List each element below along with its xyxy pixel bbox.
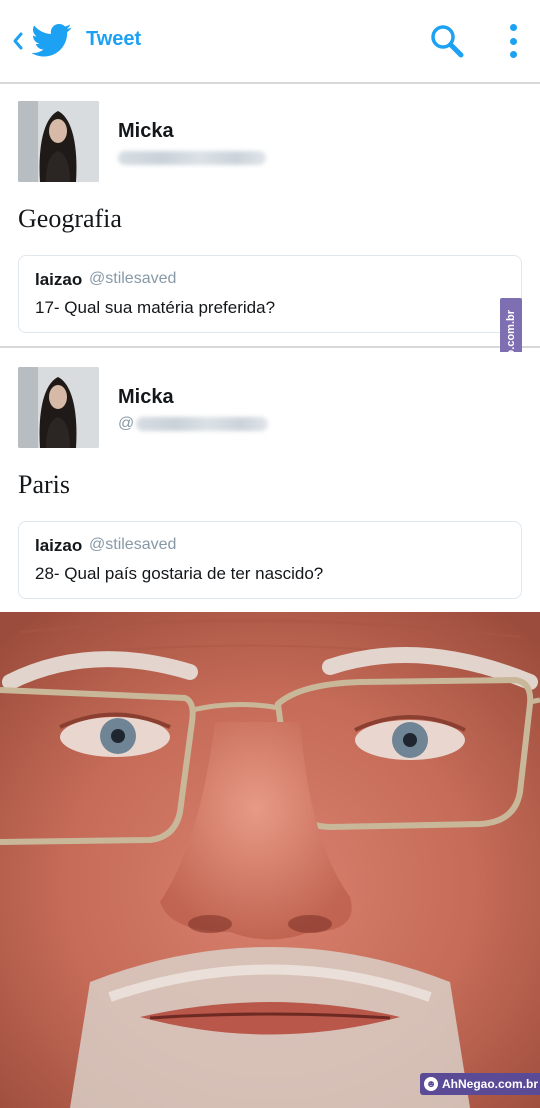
- quoted-author-name: laizao: [35, 270, 83, 289]
- quoted-tweet-text: 17- Qual sua matéria preferida?: [35, 298, 276, 317]
- quoted-author-handle: @stilesaved: [89, 270, 177, 287]
- twitter-bird-icon: [32, 24, 72, 57]
- man-with-glasses-photo: [0, 612, 540, 1108]
- quoted-tweet[interactable]: laizao @stilesaved 28- Qual país gostari…: [18, 521, 522, 599]
- search-icon: [431, 25, 464, 58]
- reaction-photo: [0, 612, 540, 1108]
- tweet-card[interactable]: Micka @ Paris laizao @stilesaved 28- Qua…: [0, 352, 540, 612]
- avatar[interactable]: [18, 367, 99, 448]
- search-button[interactable]: [428, 22, 466, 60]
- watermark-logo-icon: ☻: [424, 1077, 438, 1091]
- blurred-handle: [136, 417, 268, 431]
- chevron-left-icon: [13, 32, 23, 50]
- author-handle: [118, 148, 268, 168]
- tweet-text: Paris: [18, 470, 70, 499]
- bottom-watermark: ☻ AhNegao.com.br: [420, 1073, 540, 1095]
- quoted-tweet-text: 28- Qual país gostaria de ter nascido?: [35, 564, 324, 583]
- avatar[interactable]: [18, 101, 99, 182]
- author-handle-prefix: @: [118, 415, 135, 432]
- more-vertical-icon: [509, 24, 517, 31]
- quoted-tweet[interactable]: laizao @stilesaved 17- Qual sua matéria …: [18, 255, 522, 333]
- quoted-author-name: laizao: [35, 536, 83, 555]
- blurred-handle: [118, 151, 266, 165]
- back-button[interactable]: [6, 26, 30, 56]
- author-name[interactable]: Micka: [118, 386, 174, 409]
- more-vertical-icon-dot: [509, 37, 517, 45]
- avatar-photo: [18, 101, 99, 182]
- quoted-author-handle: @stilesaved: [89, 536, 177, 553]
- author-name[interactable]: Micka: [118, 120, 174, 143]
- author-handle: @: [118, 414, 268, 434]
- avatar-photo: [18, 367, 99, 448]
- tweet-text: Geografia: [18, 204, 122, 233]
- bottom-watermark-text: AhNegao.com.br: [442, 1077, 539, 1091]
- page-title: Tweet: [86, 28, 142, 50]
- more-options-button[interactable]: [500, 20, 526, 62]
- more-vertical-icon-dot: [509, 51, 517, 58]
- tweet-card[interactable]: Micka Geografia laizao @stilesaved 17- Q…: [0, 86, 540, 348]
- top-app-bar: Tweet: [0, 0, 540, 84]
